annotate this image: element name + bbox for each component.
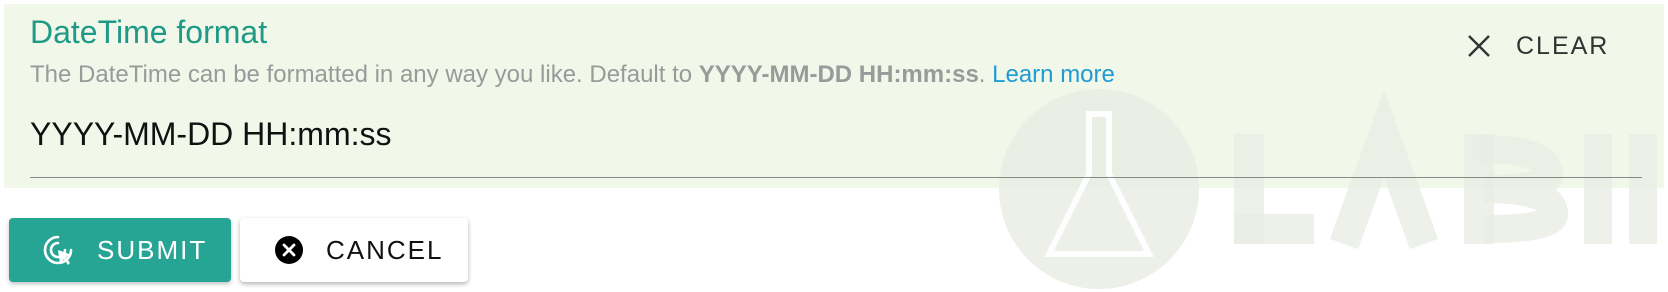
field-helper-text: The DateTime can be formatted in any way…: [30, 61, 1115, 89]
cancel-button[interactable]: CANCEL: [240, 218, 468, 282]
submit-button-label: SUBMIT: [97, 234, 208, 265]
field-title: DateTime format: [30, 14, 268, 50]
datetime-format-input[interactable]: [30, 116, 1640, 153]
helper-default-format: YYYY-MM-DD HH:mm:ss: [698, 61, 979, 88]
clear-button[interactable]: CLEAR: [1466, 24, 1609, 68]
helper-text-prefix: The DateTime can be formatted in any way…: [30, 61, 699, 88]
cancel-button-label: CANCEL: [326, 234, 444, 265]
cursor-click-icon: [43, 235, 73, 265]
clear-button-label: CLEAR: [1516, 31, 1610, 60]
input-underline: [30, 177, 1642, 178]
learn-more-link[interactable]: Learn more: [992, 61, 1115, 88]
helper-text-suffix: .: [978, 61, 993, 88]
close-icon: [1468, 35, 1490, 57]
submit-button[interactable]: SUBMIT: [9, 218, 231, 282]
cancel-circle-icon: [275, 236, 303, 264]
datetime-format-form: DateTime format The DateTime can be form…: [0, 0, 1668, 292]
datetime-field-panel: DateTime format The DateTime can be form…: [4, 4, 1664, 289]
